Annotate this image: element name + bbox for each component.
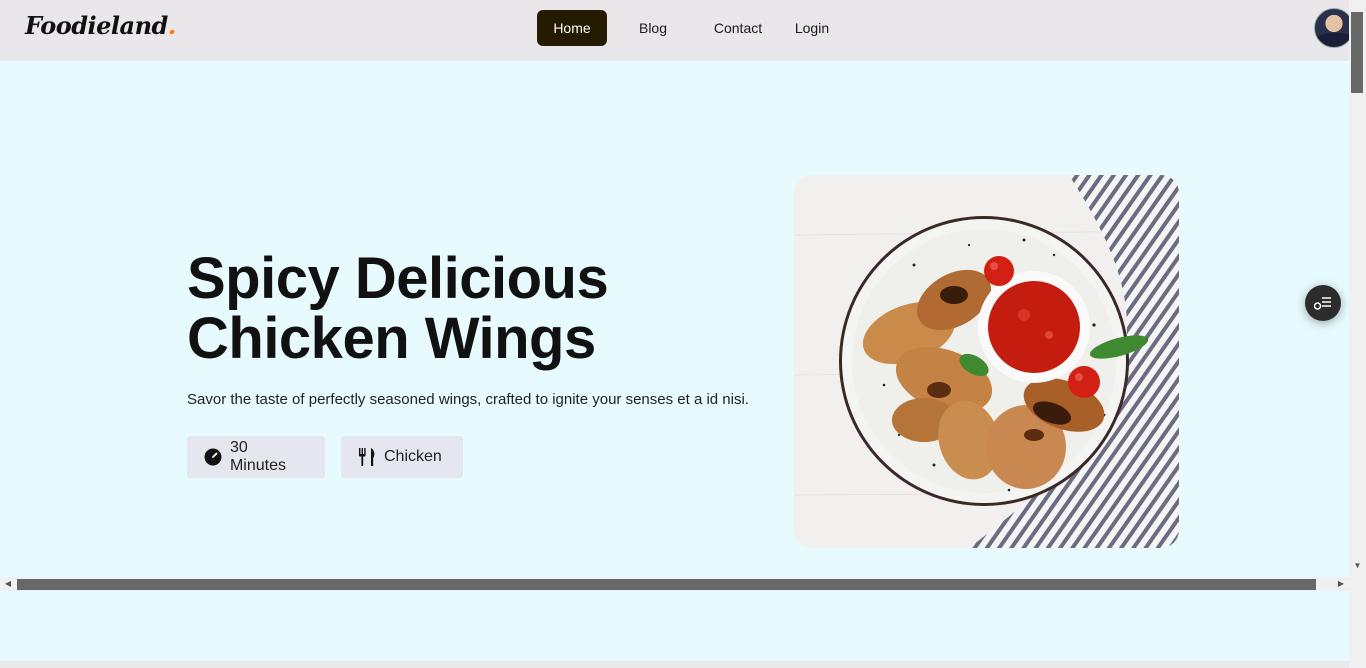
nav-contact[interactable]: Contact bbox=[703, 10, 773, 46]
chicken-wings-photo bbox=[794, 175, 1179, 548]
user-avatar[interactable] bbox=[1314, 8, 1354, 48]
hero-description: Savor the taste of perfectly seasoned wi… bbox=[187, 391, 749, 408]
scroll-right-arrow-icon[interactable]: ▶ bbox=[1333, 577, 1349, 591]
scroll-left-arrow-icon[interactable]: ◀ bbox=[0, 577, 16, 591]
hero-section: Spicy Delicious Chicken Wings Savor the … bbox=[0, 61, 1349, 577]
site-logo[interactable]: Foodieland. bbox=[25, 11, 176, 40]
filter-list-button[interactable] bbox=[1305, 285, 1341, 321]
top-navbar: Foodieland. Home Blog Contact Login bbox=[0, 0, 1354, 61]
time-chip: 30 Minutes bbox=[187, 436, 325, 478]
nav-home[interactable]: Home bbox=[537, 10, 607, 46]
scroll-down-arrow-icon[interactable]: ▼ bbox=[1349, 560, 1366, 572]
nav-login[interactable]: Login bbox=[782, 10, 842, 46]
horizontal-scrollbar[interactable]: ◀ ▶ bbox=[0, 577, 1349, 591]
logo-dot: . bbox=[167, 11, 176, 40]
hero-title-line1: Spicy Delicious bbox=[187, 246, 609, 311]
vertical-scroll-thumb[interactable] bbox=[1351, 12, 1363, 93]
horizontal-scroll-thumb[interactable] bbox=[17, 579, 1316, 590]
timer-icon bbox=[204, 448, 222, 466]
hero-title-line2: Chicken Wings bbox=[187, 306, 596, 371]
time-chip-label: 30 Minutes bbox=[229, 439, 286, 474]
next-section bbox=[0, 591, 1349, 661]
hero-title: Spicy Delicious Chicken Wings bbox=[187, 249, 707, 369]
logo-text: Foodieland bbox=[25, 11, 168, 40]
category-chip: Chicken bbox=[341, 436, 463, 478]
vertical-scrollbar[interactable]: ▼ bbox=[1349, 0, 1366, 668]
filter-list-icon bbox=[1314, 297, 1331, 310]
category-chip-label: Chicken bbox=[384, 448, 442, 465]
nav-blog[interactable]: Blog bbox=[618, 10, 688, 46]
fork-knife-icon bbox=[359, 448, 375, 466]
